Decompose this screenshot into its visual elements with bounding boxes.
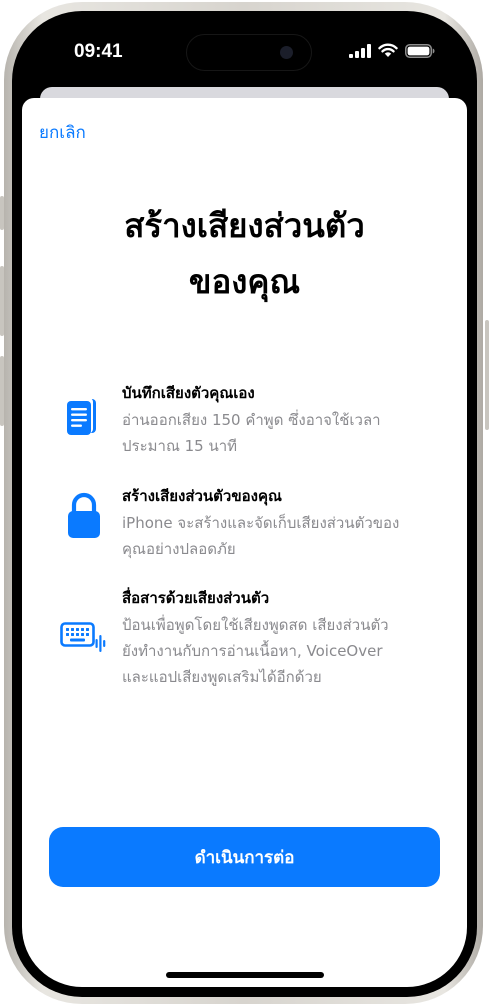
keyboard-waveform-icon <box>60 622 108 656</box>
feature-description-line: ยังทำงานกับการอ่านเนื้อหา, VoiceOver <box>122 642 383 660</box>
status-icons <box>349 43 435 58</box>
action-button <box>0 196 4 230</box>
volume-down-button <box>0 356 4 426</box>
feature-description-line: อ่านออกเสียง 150 คำพูด ซึ่งอาจใช้เวลา <box>122 411 381 429</box>
phone-screen: 09:41 ยกเลิก สร้างเสียงส่วนตัว ของคุณ บั… <box>22 21 467 987</box>
wifi-icon <box>378 43 398 57</box>
cellular-signal-icon <box>349 43 371 58</box>
camera-icon <box>280 46 293 59</box>
page-title: สร้างเสียงส่วนตัว ของคุณ <box>22 198 467 310</box>
personal-voice-sheet: ยกเลิก สร้างเสียงส่วนตัว ของคุณ บันทึกเส… <box>22 98 467 987</box>
feature-description-line: iPhone จะสร้างและจัดเก็บเสียงส่วนตัวของ <box>122 514 400 532</box>
document-icon <box>60 395 102 449</box>
dynamic-island <box>186 34 312 71</box>
continue-button[interactable]: ดำเนินการต่อ <box>49 827 440 887</box>
status-time: 09:41 <box>74 41 123 62</box>
feature-description-line: คุณอย่างปลอดภัย <box>122 540 236 558</box>
feature-description-line: และแอปเสียงพูดเสริมได้อีกด้วย <box>122 668 322 686</box>
feature-description: iPhone จะสร้างและจัดเก็บเสียงส่วนตัวของ … <box>122 510 422 562</box>
lock-icon <box>66 492 102 544</box>
feature-title: บันทึกเสียงตัวคุณเอง <box>122 384 255 402</box>
cancel-button[interactable]: ยกเลิก <box>39 119 86 146</box>
feature-title: สื่อสารด้วยเสียงส่วนตัว <box>122 589 270 607</box>
feature-description: ป้อนเพื่อพูดโดยใช้เสียงพูดสด เสียงส่วนตั… <box>122 612 422 690</box>
feature-description: อ่านออกเสียง 150 คำพูด ซึ่งอาจใช้เวลา ปร… <box>122 407 422 459</box>
title-line-1: สร้างเสียงส่วนตัว <box>124 206 365 245</box>
feature-title: สร้างเสียงส่วนตัวของคุณ <box>122 487 282 505</box>
battery-icon <box>405 43 435 58</box>
power-button <box>485 320 489 430</box>
volume-up-button <box>0 266 4 336</box>
feature-description-line: ประมาณ 15 นาที <box>122 437 238 455</box>
title-line-2: ของคุณ <box>188 262 301 301</box>
feature-description-line: ป้อนเพื่อพูดโดยใช้เสียงพูดสด เสียงส่วนตั… <box>122 616 389 634</box>
home-indicator[interactable] <box>166 972 324 978</box>
